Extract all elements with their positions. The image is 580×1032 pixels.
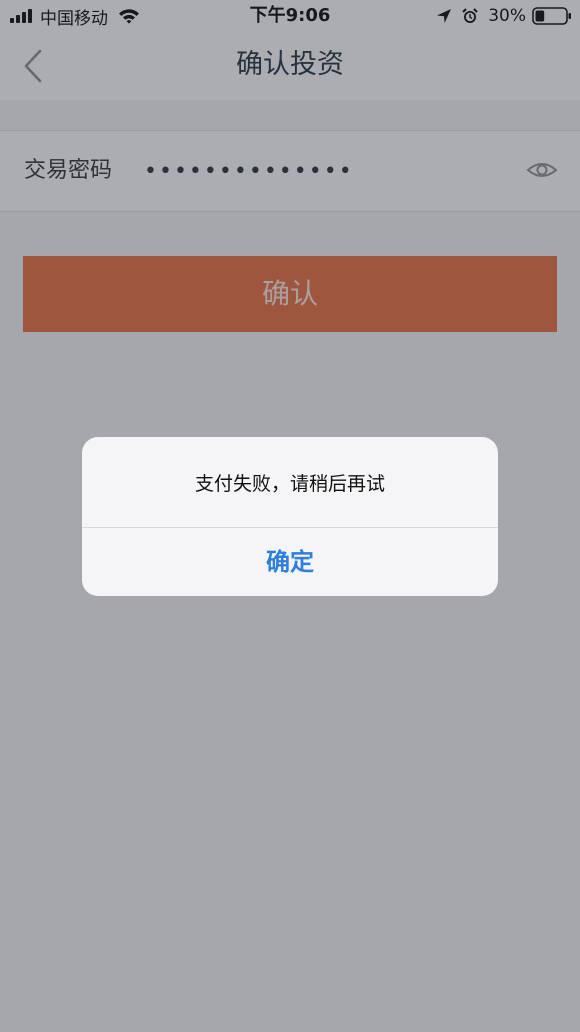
- alert-dialog: 支付失败，请稍后再试 确定: [82, 437, 498, 596]
- alert-message: 支付失败，请稍后再试: [194, 473, 385, 495]
- alert-ok-button[interactable]: 确定: [82, 528, 498, 596]
